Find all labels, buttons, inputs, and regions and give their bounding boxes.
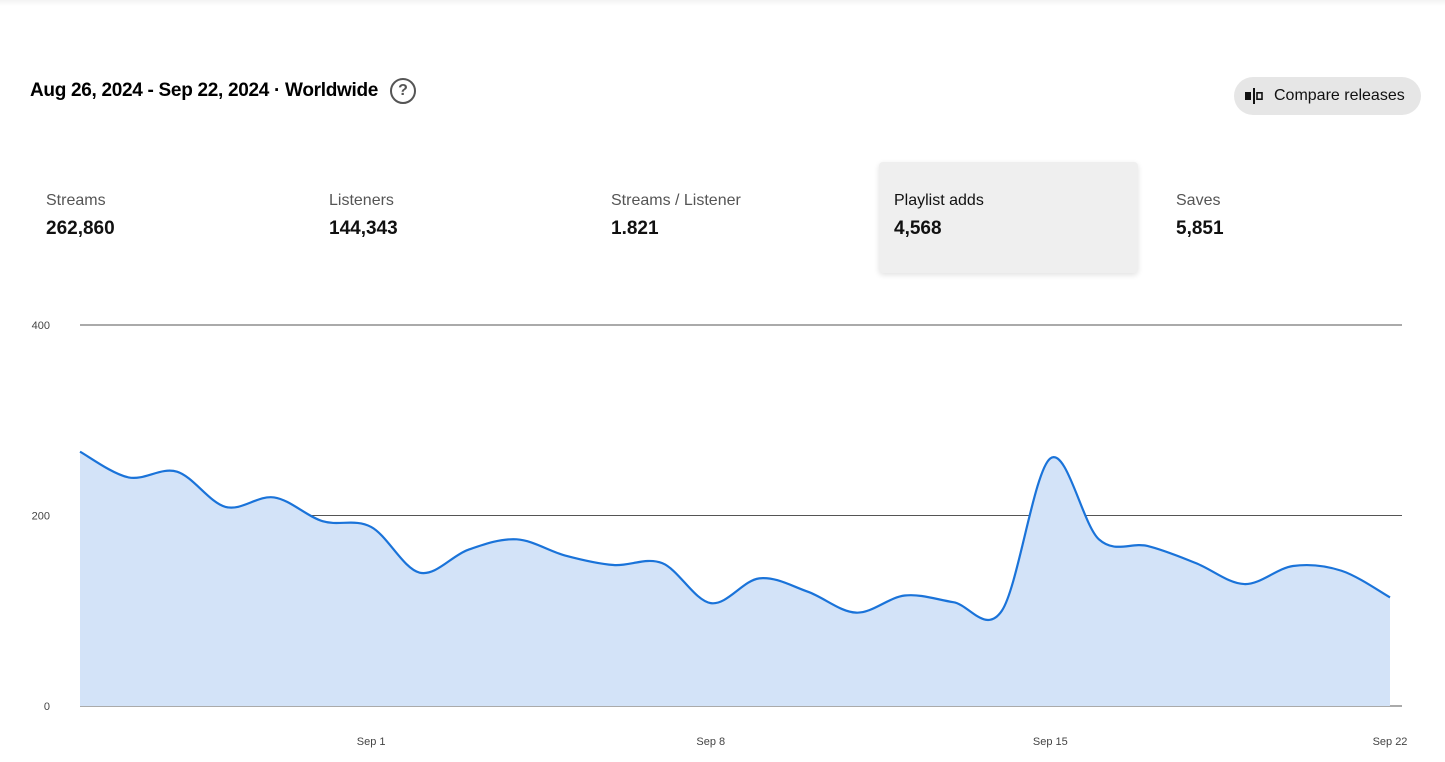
- data-point[interactable]: [462, 544, 474, 556]
- metric-value: 262,860: [46, 218, 115, 239]
- data-point[interactable]: [317, 515, 329, 527]
- data-point[interactable]: [511, 533, 523, 545]
- data-point[interactable]: [656, 557, 668, 569]
- data-point[interactable]: [1238, 578, 1250, 590]
- y-tick-label: 400: [32, 320, 50, 332]
- metric-tab-listeners[interactable]: Listeners 144,343: [314, 162, 573, 273]
- metric-value: 5,851: [1176, 218, 1224, 239]
- question-circle-icon[interactable]: ?: [390, 78, 417, 104]
- data-point[interactable]: [171, 466, 183, 478]
- x-tick-label: Sep 22: [1373, 736, 1408, 748]
- metric-tab-streams-per-listener[interactable]: Streams / Listener 1.821: [596, 162, 855, 273]
- data-point[interactable]: [899, 590, 911, 602]
- data-point[interactable]: [1287, 560, 1299, 572]
- x-tick-label: Sep 15: [1033, 736, 1068, 748]
- compare-releases-label: Compare releases: [1274, 87, 1405, 104]
- data-point[interactable]: [1093, 533, 1105, 545]
- data-point[interactable]: [608, 559, 620, 571]
- metric-value: 144,343: [329, 218, 398, 239]
- data-point[interactable]: [365, 521, 377, 533]
- data-point[interactable]: [802, 586, 814, 598]
- data-point[interactable]: [268, 491, 280, 503]
- metric-label: Streams: [46, 192, 106, 209]
- data-point[interactable]: [850, 607, 862, 619]
- metric-label: Playlist adds: [894, 192, 984, 209]
- data-point[interactable]: [705, 597, 717, 609]
- data-point[interactable]: [414, 567, 426, 579]
- data-point[interactable]: [220, 501, 232, 513]
- y-tick-label: 200: [32, 511, 50, 523]
- metric-label: Streams / Listener: [611, 192, 741, 209]
- data-point[interactable]: [1190, 557, 1202, 569]
- data-point[interactable]: [559, 550, 571, 562]
- data-point[interactable]: [74, 446, 86, 458]
- metric-label: Saves: [1176, 192, 1221, 209]
- top-divider: [0, 0, 1445, 6]
- metric-tab-playlist-adds[interactable]: Playlist adds 4,568: [879, 162, 1138, 273]
- area-fill: [80, 451, 1390, 706]
- data-point[interactable]: [1044, 452, 1056, 464]
- data-point[interactable]: [123, 471, 135, 483]
- metric-tab-saves[interactable]: Saves 5,851: [1161, 162, 1420, 273]
- metric-tab-streams[interactable]: Streams 262,860: [31, 162, 290, 273]
- data-point[interactable]: [1335, 565, 1347, 577]
- page-title: Aug 26, 2024 - Sep 22, 2024 · Worldwide: [30, 80, 379, 101]
- data-point[interactable]: [947, 596, 959, 608]
- playlist-adds-chart: 0 200 400 Sep 1 Sep 8 Sep 15 Sep 22: [32, 320, 1408, 748]
- metric-value: 1.821: [611, 218, 659, 239]
- data-point[interactable]: [1141, 540, 1153, 552]
- data-point[interactable]: [996, 605, 1008, 617]
- metric-value: 4,568: [894, 218, 942, 239]
- date-range-header: Aug 26, 2024 - Sep 22, 2024 · Worldwide …: [30, 78, 417, 104]
- x-tick-label: Sep 8: [696, 736, 725, 748]
- data-point[interactable]: [753, 572, 765, 584]
- compare-icon: [1245, 88, 1263, 104]
- compare-releases-button[interactable]: Compare releases: [1234, 77, 1421, 115]
- x-tick-label: Sep 1: [357, 736, 386, 748]
- y-tick-label: 0: [44, 701, 50, 713]
- metric-label: Listeners: [329, 192, 394, 209]
- data-point[interactable]: [1384, 591, 1396, 603]
